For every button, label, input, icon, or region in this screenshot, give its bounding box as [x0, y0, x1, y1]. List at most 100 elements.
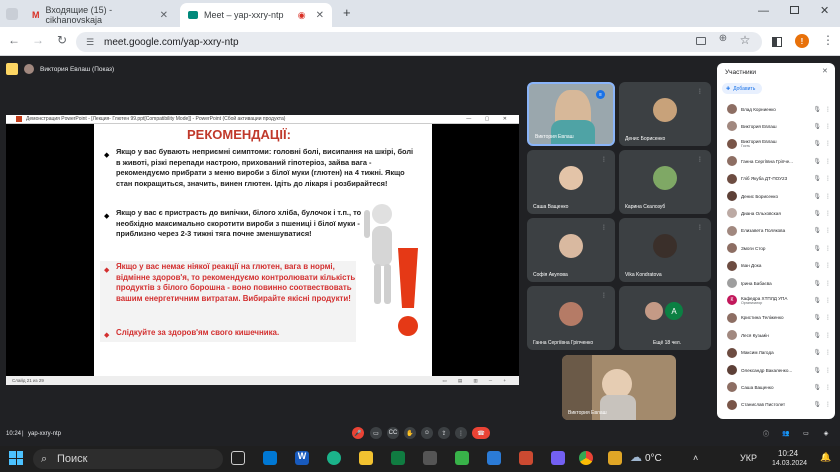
- participant-row[interactable]: Гліб Якуба ДТ-ПОУ23 🎙 ⋮: [727, 171, 831, 187]
- minimize-icon[interactable]: —: [758, 5, 769, 17]
- participant-row[interactable]: Саша Ващенко 🎙 ⋮: [727, 379, 831, 395]
- more-options-icon[interactable]: ⋮: [825, 158, 831, 165]
- participant-tile[interactable]: ⋮ Саша Ващенко: [527, 150, 615, 214]
- zoom-icon[interactable]: ⊕: [715, 33, 731, 44]
- tab-meet[interactable]: Meet – yap-xxry-ntp ◉ ✕: [180, 3, 332, 27]
- forward-icon[interactable]: →: [30, 33, 46, 47]
- profile-avatar[interactable]: !: [795, 34, 809, 48]
- mic-off-icon[interactable]: 🎙: [813, 140, 821, 147]
- app-icon[interactable]: [423, 451, 437, 465]
- leave-call-button[interactable]: ☎: [472, 427, 490, 439]
- participant-row[interactable]: Денис Борисенко 🎙 ⋮: [727, 188, 831, 204]
- participant-row[interactable]: Леся Кузьмін 🎙 ⋮: [727, 327, 831, 343]
- self-view-tile[interactable]: Виктория Евлаш: [562, 355, 676, 420]
- participant-row[interactable]: Виктория Евлаш Гость 🎙 ⋮: [727, 136, 831, 152]
- participant-tile[interactable]: Виктория Евлаш ≡: [527, 82, 615, 146]
- viber-app-icon[interactable]: [551, 451, 565, 465]
- participant-row[interactable]: Станислав Пистолет 🎙 ⋮: [727, 397, 831, 413]
- notification-icon[interactable]: 🔔: [820, 452, 831, 463]
- participant-row[interactable]: К Кафедра ХТПЛД УПА Организатор 🎙 ⋮: [727, 292, 831, 308]
- menu-dots-icon[interactable]: ⋮: [820, 33, 836, 47]
- mail-app-icon[interactable]: [263, 451, 277, 465]
- close-tab-icon[interactable]: ✕: [160, 10, 168, 21]
- tab-list-icon[interactable]: [6, 8, 18, 20]
- chat-button[interactable]: ▭: [800, 427, 812, 439]
- more-options-icon[interactable]: ⋮: [601, 292, 607, 299]
- close-tab-icon[interactable]: ✕: [316, 10, 324, 21]
- participant-tile[interactable]: ⋮ Карина Скалозуб: [619, 150, 711, 214]
- more-options-icon[interactable]: ⋮: [825, 140, 831, 147]
- address-bar[interactable]: ☰ meet.google.com/yap-xxry-ntp: [76, 32, 762, 52]
- more-options-icon[interactable]: ⋮: [825, 210, 831, 217]
- mic-off-icon[interactable]: 🎙: [813, 349, 821, 356]
- more-options-icon[interactable]: ⋮: [697, 156, 703, 163]
- more-options-icon[interactable]: ⋮: [825, 332, 831, 339]
- participant-row[interactable]: Іван Дока 🎙 ⋮: [727, 258, 831, 274]
- more-options-icon[interactable]: ⋮: [825, 384, 831, 391]
- app-icon[interactable]: [455, 451, 469, 465]
- bookmark-star-icon[interactable]: ☆: [737, 33, 753, 47]
- more-options-icon[interactable]: ⋮: [697, 88, 703, 95]
- mic-off-icon[interactable]: 🎙: [813, 245, 821, 252]
- participant-row[interactable]: Влад Корниенко 🎙 ⋮: [727, 101, 831, 117]
- participant-row[interactable]: Диана Ольховская 🎙 ⋮: [727, 205, 831, 221]
- task-view-icon[interactable]: [231, 451, 245, 465]
- mic-off-icon[interactable]: 🎙: [813, 106, 821, 113]
- more-options-icon[interactable]: ⋮: [825, 227, 831, 234]
- more-options-icon[interactable]: ⋮: [825, 193, 831, 200]
- word-app-icon[interactable]: W: [295, 451, 309, 465]
- close-window-icon[interactable]: ✕: [820, 4, 829, 17]
- participant-row[interactable]: Ганна Сергіївна Гріпче... 🎙 ⋮: [727, 153, 831, 169]
- participant-row[interactable]: Виктория Евлаш 🎙 ⋮: [727, 118, 831, 134]
- close-panel-icon[interactable]: ✕: [822, 67, 828, 75]
- mic-off-icon[interactable]: 🎙: [813, 332, 821, 339]
- app-icon[interactable]: [519, 451, 533, 465]
- activities-button[interactable]: ◈: [820, 427, 832, 439]
- more-options-icon[interactable]: ⋮: [825, 123, 831, 130]
- mic-off-icon[interactable]: 🎙: [813, 210, 821, 217]
- more-options-icon[interactable]: ⋮: [825, 297, 831, 304]
- add-people-button[interactable]: ✚ Добавить: [722, 83, 762, 94]
- camera-button[interactable]: ▭: [370, 427, 382, 439]
- windows-search-box[interactable]: ⌕ Поиск: [33, 449, 223, 469]
- camera-in-use-icon[interactable]: [696, 37, 706, 45]
- participant-row[interactable]: Ірина Бабаєва 🎙 ⋮: [727, 275, 831, 291]
- info-button[interactable]: ⓘ: [760, 427, 772, 439]
- app-icon[interactable]: [487, 451, 501, 465]
- mic-off-icon[interactable]: 🎙: [813, 280, 821, 287]
- app-icon[interactable]: [391, 451, 405, 465]
- mic-button[interactable]: 🎤: [352, 427, 364, 439]
- mic-off-icon[interactable]: 🎙: [813, 401, 821, 408]
- participant-tile[interactable]: ⋮ Ганна Сергіївна Гріпченко: [527, 286, 615, 350]
- more-options-button[interactable]: ⋮: [455, 427, 467, 439]
- mic-off-icon[interactable]: 🎙: [813, 384, 821, 391]
- more-options-icon[interactable]: ⋮: [825, 349, 831, 356]
- new-tab-button[interactable]: +: [343, 5, 351, 20]
- participant-tile[interactable]: ⋮ Vika Kondratova: [619, 218, 711, 282]
- participant-row[interactable]: Кристина Теліженко 🎙 ⋮: [727, 310, 831, 326]
- more-participants-tile[interactable]: A Ещё 18 чел.: [619, 286, 711, 350]
- participant-row[interactable]: Елизавета Полякова 🎙 ⋮: [727, 223, 831, 239]
- back-icon[interactable]: ←: [6, 33, 22, 47]
- edge-app-icon[interactable]: [327, 451, 341, 465]
- more-options-icon[interactable]: ⋮: [601, 224, 607, 231]
- more-options-icon[interactable]: ⋮: [825, 175, 831, 182]
- participant-row[interactable]: Олександр Вакаленко... 🎙 ⋮: [727, 362, 831, 378]
- mic-off-icon[interactable]: 🎙: [813, 175, 821, 182]
- mic-off-icon[interactable]: 🎙: [813, 367, 821, 374]
- more-options-icon[interactable]: ⋮: [825, 367, 831, 374]
- mic-off-icon[interactable]: 🎙: [813, 123, 821, 130]
- more-options-icon[interactable]: ⋮: [825, 245, 831, 252]
- mic-off-icon[interactable]: 🎙: [813, 262, 821, 269]
- mic-off-icon[interactable]: 🎙: [813, 297, 821, 304]
- more-options-icon[interactable]: ⋮: [825, 401, 831, 408]
- more-options-icon[interactable]: ⋮: [825, 280, 831, 287]
- tab-gmail[interactable]: M Входящие (15) - cikhanovskaja ✕: [24, 3, 176, 27]
- more-options-icon[interactable]: ⋮: [697, 224, 703, 231]
- mic-off-icon[interactable]: 🎙: [813, 193, 821, 200]
- mic-off-icon[interactable]: 🎙: [813, 314, 821, 321]
- emoji-button[interactable]: ☺: [421, 427, 433, 439]
- more-options-icon[interactable]: ⋮: [601, 156, 607, 163]
- app-icon[interactable]: [608, 451, 622, 465]
- site-info-icon[interactable]: ☰: [86, 37, 94, 48]
